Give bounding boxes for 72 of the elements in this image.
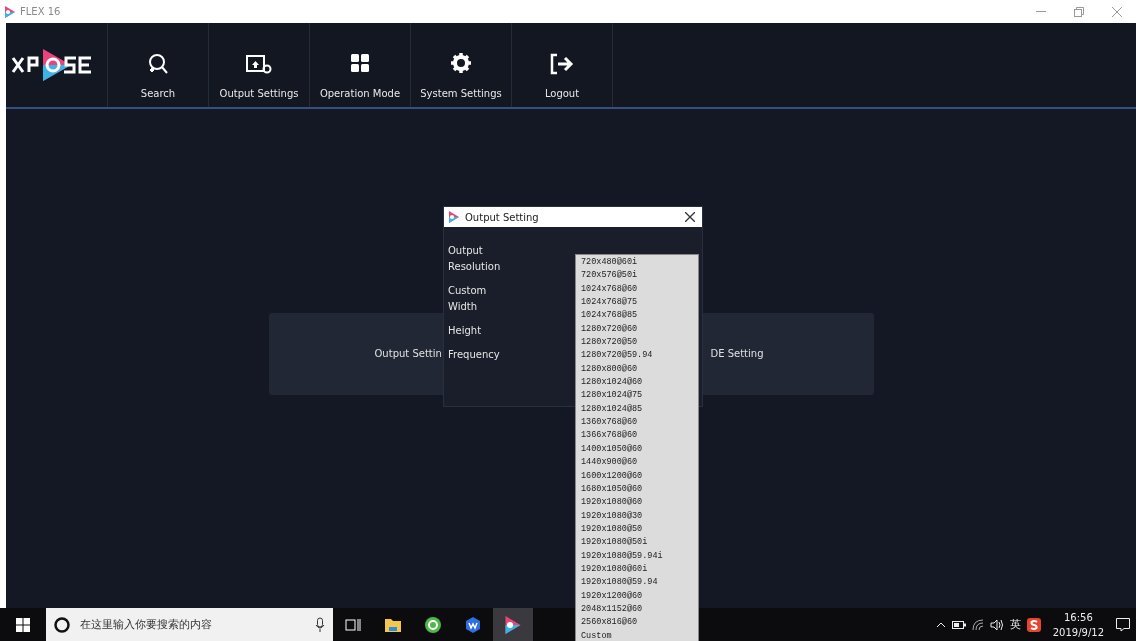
dropdown-option[interactable]: 1920x1080@50 [581, 522, 698, 537]
shield-icon [464, 615, 482, 634]
search-bar[interactable]: 在这里输入你要搜索的内容 [46, 608, 333, 641]
dropdown-option[interactable]: 1920x1080@50i [581, 536, 698, 550]
dropdown-option[interactable]: 1280x1024@75 [581, 389, 698, 403]
dropdown-option[interactable]: 1366x768@60 [581, 429, 698, 443]
grid-icon [348, 51, 372, 75]
monitor-gear-icon [245, 53, 273, 75]
caret-up-icon [935, 621, 946, 628]
nav-button[interactable]: System Settings [411, 23, 512, 107]
dropdown-option[interactable]: 1024x768@75 [581, 296, 698, 310]
window-title: FLEX 16 [20, 6, 61, 17]
windows-icon [16, 617, 30, 632]
dropdown-option[interactable]: 720x576@50i [581, 269, 698, 283]
dropdown-option[interactable]: 1280x1024@60 [581, 376, 698, 390]
dropdown-option[interactable]: 2048x1152@60 [581, 602, 698, 617]
field-label: Frequency [448, 348, 501, 362]
dropdown-option[interactable]: 1024x768@60 [581, 282, 698, 297]
field-label: Custom Width [448, 284, 488, 314]
taskbar-app[interactable] [493, 608, 533, 641]
dialog-title: Output Setting [465, 211, 539, 223]
volume-icon [989, 618, 1004, 631]
nav-button[interactable]: Output Settings [209, 23, 310, 107]
nav-button[interactable]: Search [108, 23, 209, 107]
settings-icon [449, 51, 473, 75]
dropdown-option[interactable]: Custom [581, 629, 698, 641]
app-logo-icon [504, 615, 522, 634]
close-icon [1112, 6, 1122, 17]
battery-icon [951, 620, 966, 629]
dropdown-option[interactable]: 1600x1200@60 [581, 469, 698, 483]
wifi-icon [971, 618, 984, 631]
nav-button[interactable]: Operation Mode [310, 23, 411, 107]
close-icon [685, 212, 695, 222]
app-logo-icon [448, 211, 460, 223]
folder-icon [384, 616, 402, 633]
dropdown-option[interactable]: 2560x816@60 [581, 616, 698, 630]
dropdown-option[interactable]: 1280x1024@85 [581, 402, 698, 417]
dropdown-option[interactable]: 1920x1080@30 [581, 509, 698, 523]
restore-icon [1074, 6, 1084, 17]
dropdown-option[interactable]: 1280x720@59.94 [581, 349, 698, 363]
clock-time: 16:56 [1063, 610, 1093, 625]
microphone-icon [315, 616, 325, 633]
dropdown-option[interactable]: 1280x800@60 [581, 362, 698, 377]
dropdown-option[interactable]: 1280x720@50 [581, 336, 698, 350]
clock-date: 2019/9/12 [1052, 625, 1104, 640]
minimize-icon [1036, 10, 1046, 13]
dropdown-option[interactable]: 1360x768@60 [581, 416, 698, 430]
task-view-icon [345, 617, 361, 632]
app-logo-icon [4, 5, 16, 18]
panel-label[interactable]: Output Settin [374, 348, 442, 359]
field-label: Output Resolution [448, 244, 502, 274]
nav-button[interactable]: Logout [512, 23, 613, 107]
logout-icon [549, 53, 575, 75]
circle-icon [54, 616, 70, 633]
dropdown-option[interactable]: 1920x1200@60 [581, 589, 698, 603]
dropdown-option[interactable]: 1920x1080@59.94 [581, 576, 698, 590]
panel-label[interactable]: DE Setting [710, 348, 764, 359]
sogou-icon [1026, 617, 1041, 632]
notification-icon [1116, 617, 1130, 632]
input-language[interactable]: 英 [1009, 617, 1021, 632]
dropdown-option[interactable]: 720x480@60i [581, 256, 698, 270]
field-label: Height [448, 324, 483, 338]
dropdown-option[interactable]: 1680x1050@60 [581, 482, 698, 497]
dropdown-option[interactable]: 1920x1080@60i [581, 562, 698, 577]
dropdown-option[interactable]: 1280x720@60 [581, 322, 698, 337]
dropdown-option[interactable]: 1400x1050@60 [581, 442, 698, 457]
search-field[interactable]: 在这里输入你要搜索的内容 [78, 617, 307, 632]
dropdown-option[interactable]: 1440x900@60 [581, 456, 698, 470]
search-icon [146, 53, 170, 75]
dropdown-option[interactable]: 1920x1080@60 [581, 496, 698, 510]
dropdown-option[interactable]: 1024x768@85 [581, 309, 698, 323]
dropdown-option[interactable]: 1920x1080@59.94i [581, 549, 698, 563]
